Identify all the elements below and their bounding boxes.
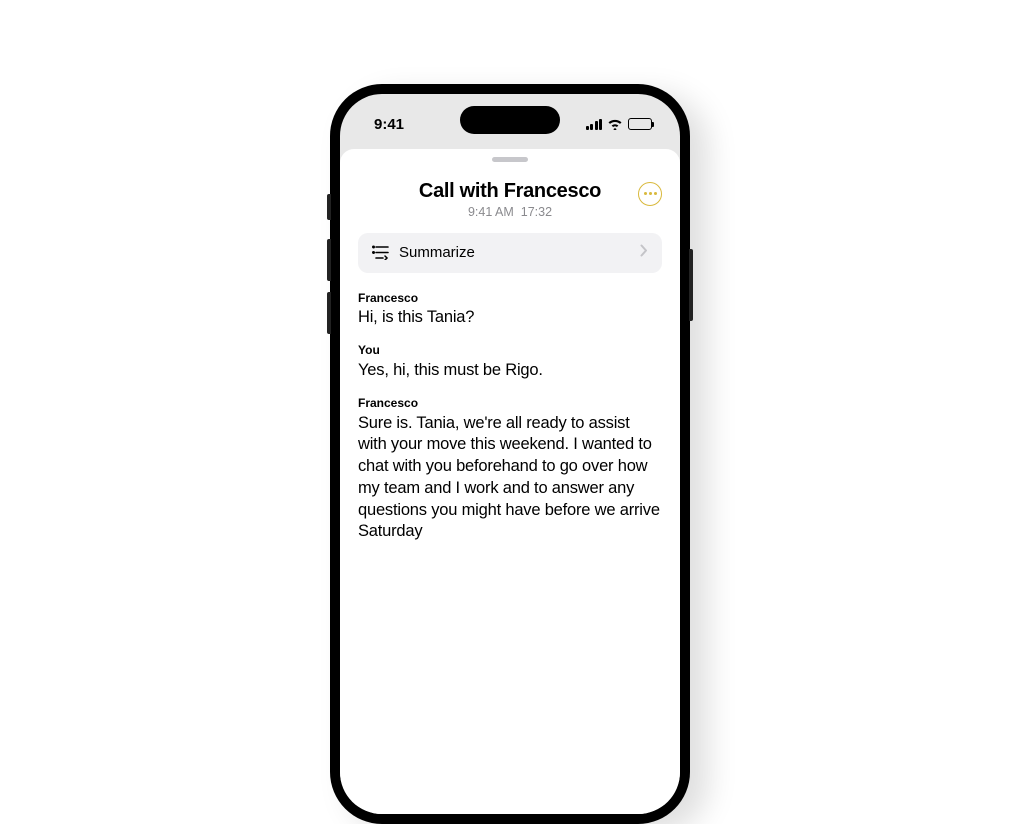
speaker-label: You — [358, 343, 662, 359]
phone-frame: 9:41 Call with Francesco 9:41 AM 17:32 — [330, 84, 690, 824]
summarize-icon — [372, 245, 389, 260]
power-button — [689, 249, 693, 321]
speaker-label: Francesco — [358, 291, 662, 307]
call-subtitle: 9:41 AM 17:32 — [419, 205, 601, 219]
cellular-icon — [586, 119, 603, 130]
transcript-message: Francesco Hi, is this Tania? — [358, 291, 662, 330]
volume-down-button — [327, 292, 331, 334]
message-text: Yes, hi, this must be Rigo. — [358, 360, 662, 382]
transcript-message: You Yes, hi, this must be Rigo. — [358, 343, 662, 382]
message-text: Hi, is this Tania? — [358, 307, 662, 329]
sheet-grabber[interactable] — [492, 157, 528, 162]
wifi-icon — [607, 118, 623, 130]
chevron-right-icon — [640, 244, 648, 262]
transcript: Francesco Hi, is this Tania? You Yes, hi… — [358, 291, 662, 544]
modal-sheet: Call with Francesco 9:41 AM 17:32 — [340, 149, 680, 814]
speaker-label: Francesco — [358, 396, 662, 412]
status-time: 9:41 — [374, 116, 404, 133]
summarize-button[interactable]: Summarize — [358, 233, 662, 273]
phone-screen: 9:41 Call with Francesco 9:41 AM 17:32 — [340, 94, 680, 814]
dynamic-island — [460, 106, 560, 134]
volume-up-button — [327, 239, 331, 281]
battery-icon — [628, 118, 652, 130]
mute-switch — [327, 194, 331, 220]
call-title: Call with Francesco — [419, 180, 601, 203]
more-button[interactable] — [638, 182, 662, 206]
summarize-label: Summarize — [399, 244, 630, 261]
transcript-message: Francesco Sure is. Tania, we're all read… — [358, 396, 662, 543]
message-text: Sure is. Tania, we're all ready to assis… — [358, 413, 662, 544]
